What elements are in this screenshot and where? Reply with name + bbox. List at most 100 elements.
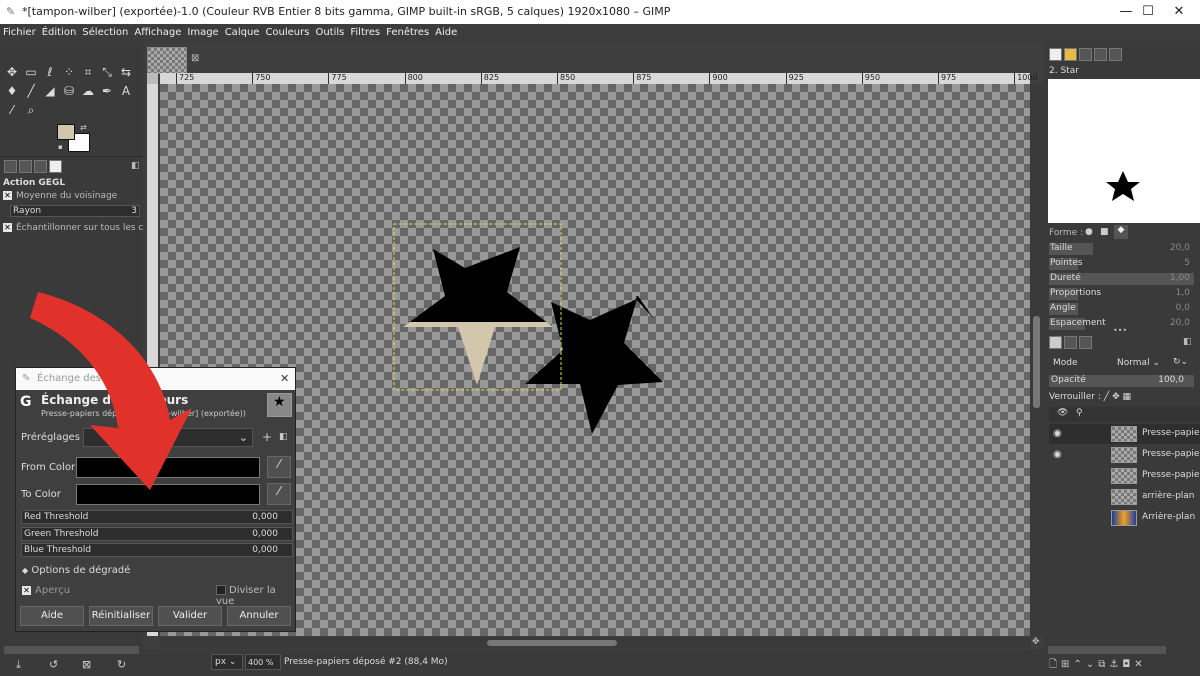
brush-editor-tab-icon[interactable]	[1109, 48, 1122, 61]
paintbrush-icon[interactable]: ╱	[23, 83, 39, 99]
from-color-button[interactable]	[76, 457, 260, 478]
eye-icon[interactable]: ◉	[1053, 428, 1062, 439]
duplicate-layer-icon[interactable]: ⧉	[1098, 659, 1109, 670]
presets-menu-icon[interactable]: ◧	[279, 432, 288, 442]
to-color-button[interactable]	[76, 484, 260, 505]
shape-diamond-icon[interactable]: ◆	[1114, 225, 1128, 239]
brushes-tab-icon[interactable]	[1049, 48, 1062, 61]
help-button[interactable]: Aide	[20, 606, 84, 626]
menu-selection[interactable]: Sélection	[79, 24, 131, 41]
layers-tab-icon[interactable]	[1049, 336, 1062, 349]
delete-layer-icon[interactable]: ✕	[1134, 659, 1146, 670]
eraser-icon[interactable]: ◢	[42, 83, 58, 99]
clone-icon[interactable]: ⛁	[61, 83, 77, 99]
move-icon[interactable]: ✥	[4, 64, 20, 80]
unit-select[interactable]: px ⌄	[211, 654, 243, 670]
menu-affichage[interactable]: Affichage	[131, 24, 184, 41]
zoom-select[interactable]: 400 %	[245, 654, 281, 670]
dock-menu-icon[interactable]: ◧	[131, 161, 140, 171]
preview-checkbox[interactable]: ✕ Aperçu	[22, 585, 70, 596]
from-color-picker-icon[interactable]: ⁄	[267, 456, 291, 478]
shape-square-icon[interactable]: ■	[1100, 227, 1109, 237]
reset-colors-icon[interactable]: ▪	[58, 143, 63, 151]
delete-options-icon[interactable]: ⊠	[82, 658, 91, 671]
blue-threshold-slider[interactable]: Blue Threshold 0,000	[21, 543, 293, 557]
menu-couleurs[interactable]: Couleurs	[262, 24, 312, 41]
brush-param-slider[interactable]: Dureté 1,00	[1049, 273, 1194, 285]
mode-select[interactable]: Normal ⌄	[1117, 358, 1160, 368]
to-color-picker-icon[interactable]: ⁄	[267, 483, 291, 505]
checkbox-checked-icon[interactable]: ✕	[3, 223, 12, 232]
horizontal-scrollbar[interactable]	[160, 637, 1030, 649]
reset-button[interactable]: Réinitialiser	[89, 606, 153, 626]
vertical-scrollbar[interactable]	[1030, 84, 1043, 636]
menu-image[interactable]: Image	[184, 24, 221, 41]
menu-calque[interactable]: Calque	[222, 24, 263, 41]
radius-slider[interactable]: Rayon 3	[10, 205, 140, 217]
bucket-icon[interactable]: ♦	[4, 83, 20, 99]
dock-separator-handle[interactable]: •••	[1113, 326, 1127, 335]
raise-layer-icon[interactable]: ⌃	[1073, 659, 1085, 670]
mode-switch-icon[interactable]: ↻⌄	[1173, 357, 1188, 367]
new-group-icon[interactable]: ⊞	[1061, 659, 1073, 670]
navigate-icon[interactable]: ✥	[1032, 637, 1040, 647]
vertical-scroll-thumb[interactable]	[1033, 316, 1040, 408]
transform-icon[interactable]: ⤡	[99, 64, 115, 80]
images-tab-icon[interactable]	[49, 160, 62, 173]
split-view-checkbox[interactable]: Diviser la vue	[216, 585, 295, 607]
undo-history-tab-icon[interactable]	[34, 160, 47, 173]
eye-icon[interactable]: ◉	[1053, 449, 1062, 460]
layers-scrollbar[interactable]	[1048, 646, 1166, 654]
zoom-icon[interactable]: ⌕	[23, 102, 39, 118]
rect-select-icon[interactable]: ▭	[23, 64, 39, 80]
fuzzy-select-icon[interactable]: ⁘	[61, 64, 77, 80]
shape-circle-icon[interactable]: ●	[1085, 227, 1093, 237]
brush-param-slider[interactable]: Taille 20,0	[1049, 243, 1194, 255]
green-threshold-slider[interactable]: Green Threshold 0,000	[21, 527, 293, 541]
text-icon[interactable]: A	[118, 83, 134, 99]
dialog-titlebar[interactable]: ✎ Échange des couleurs ✕	[16, 368, 295, 390]
presets-select[interactable]: ⌄	[83, 428, 253, 447]
lasso-icon[interactable]: ℓ	[42, 64, 58, 80]
menu-edition[interactable]: Édition	[39, 24, 80, 41]
path-icon[interactable]: ✒	[99, 83, 115, 99]
brush-param-slider[interactable]: Proportions 1,0	[1049, 288, 1194, 300]
layer-row[interactable]: Arrière-plan	[1049, 508, 1200, 528]
neighborhood-average-option[interactable]: ✕ Moyenne du voisinage	[3, 191, 117, 201]
anchor-layer-icon[interactable]: ⚓	[1109, 659, 1122, 670]
swap-colors-icon[interactable]: ⇄	[80, 123, 87, 132]
dialog-close-icon[interactable]: ✕	[280, 372, 289, 385]
mask-layer-icon[interactable]: ◘	[1122, 659, 1134, 670]
layer-row[interactable]: arrière-plan	[1049, 487, 1200, 507]
brush-preview[interactable]	[1048, 79, 1200, 223]
checkbox-checked-icon[interactable]: ✕	[22, 585, 31, 595]
close-image-tab-icon[interactable]: ⊠	[191, 53, 199, 64]
device-status-tab-icon[interactable]	[19, 160, 32, 173]
color-picker-icon[interactable]: ⁄	[4, 102, 20, 118]
close-button[interactable]: ✕	[1158, 0, 1200, 24]
foreground-color-swatch[interactable]	[57, 124, 75, 140]
channels-tab-icon[interactable]	[1064, 336, 1077, 349]
menu-fichier[interactable]: Fichier	[0, 24, 39, 41]
menu-outils[interactable]: Outils	[312, 24, 347, 41]
save-options-icon[interactable]: ⤓	[16, 658, 21, 672]
paths-tab-icon[interactable]	[1079, 336, 1092, 349]
blend-options-expander[interactable]: ◆ Options de dégradé	[22, 565, 130, 576]
red-threshold-slider[interactable]: Red Threshold 0,000	[21, 510, 293, 524]
cancel-button[interactable]: Annuler	[227, 606, 291, 626]
smudge-icon[interactable]: ☁	[80, 83, 96, 99]
patterns-tab-icon[interactable]	[1064, 48, 1077, 61]
reset-options-icon[interactable]: ↻	[117, 658, 126, 671]
image-tab-thumbnail[interactable]	[147, 47, 187, 74]
checkbox-checked-icon[interactable]: ✕	[3, 191, 12, 200]
layer-row[interactable]: ◉ Presse-papiers d	[1049, 445, 1200, 465]
add-preset-icon[interactable]: +	[262, 430, 272, 444]
restore-options-icon[interactable]: ↺	[49, 658, 58, 671]
lock-alpha-icon[interactable]: ▦	[1122, 392, 1131, 402]
ok-button[interactable]: Valider	[158, 606, 222, 626]
document-history-tab-icon[interactable]	[1094, 48, 1107, 61]
warp-icon[interactable]: ⇆	[118, 64, 134, 80]
menu-aide[interactable]: Aide	[432, 24, 460, 41]
menu-filtres[interactable]: Filtres	[347, 24, 383, 41]
horizontal-scroll-thumb[interactable]	[487, 640, 617, 646]
